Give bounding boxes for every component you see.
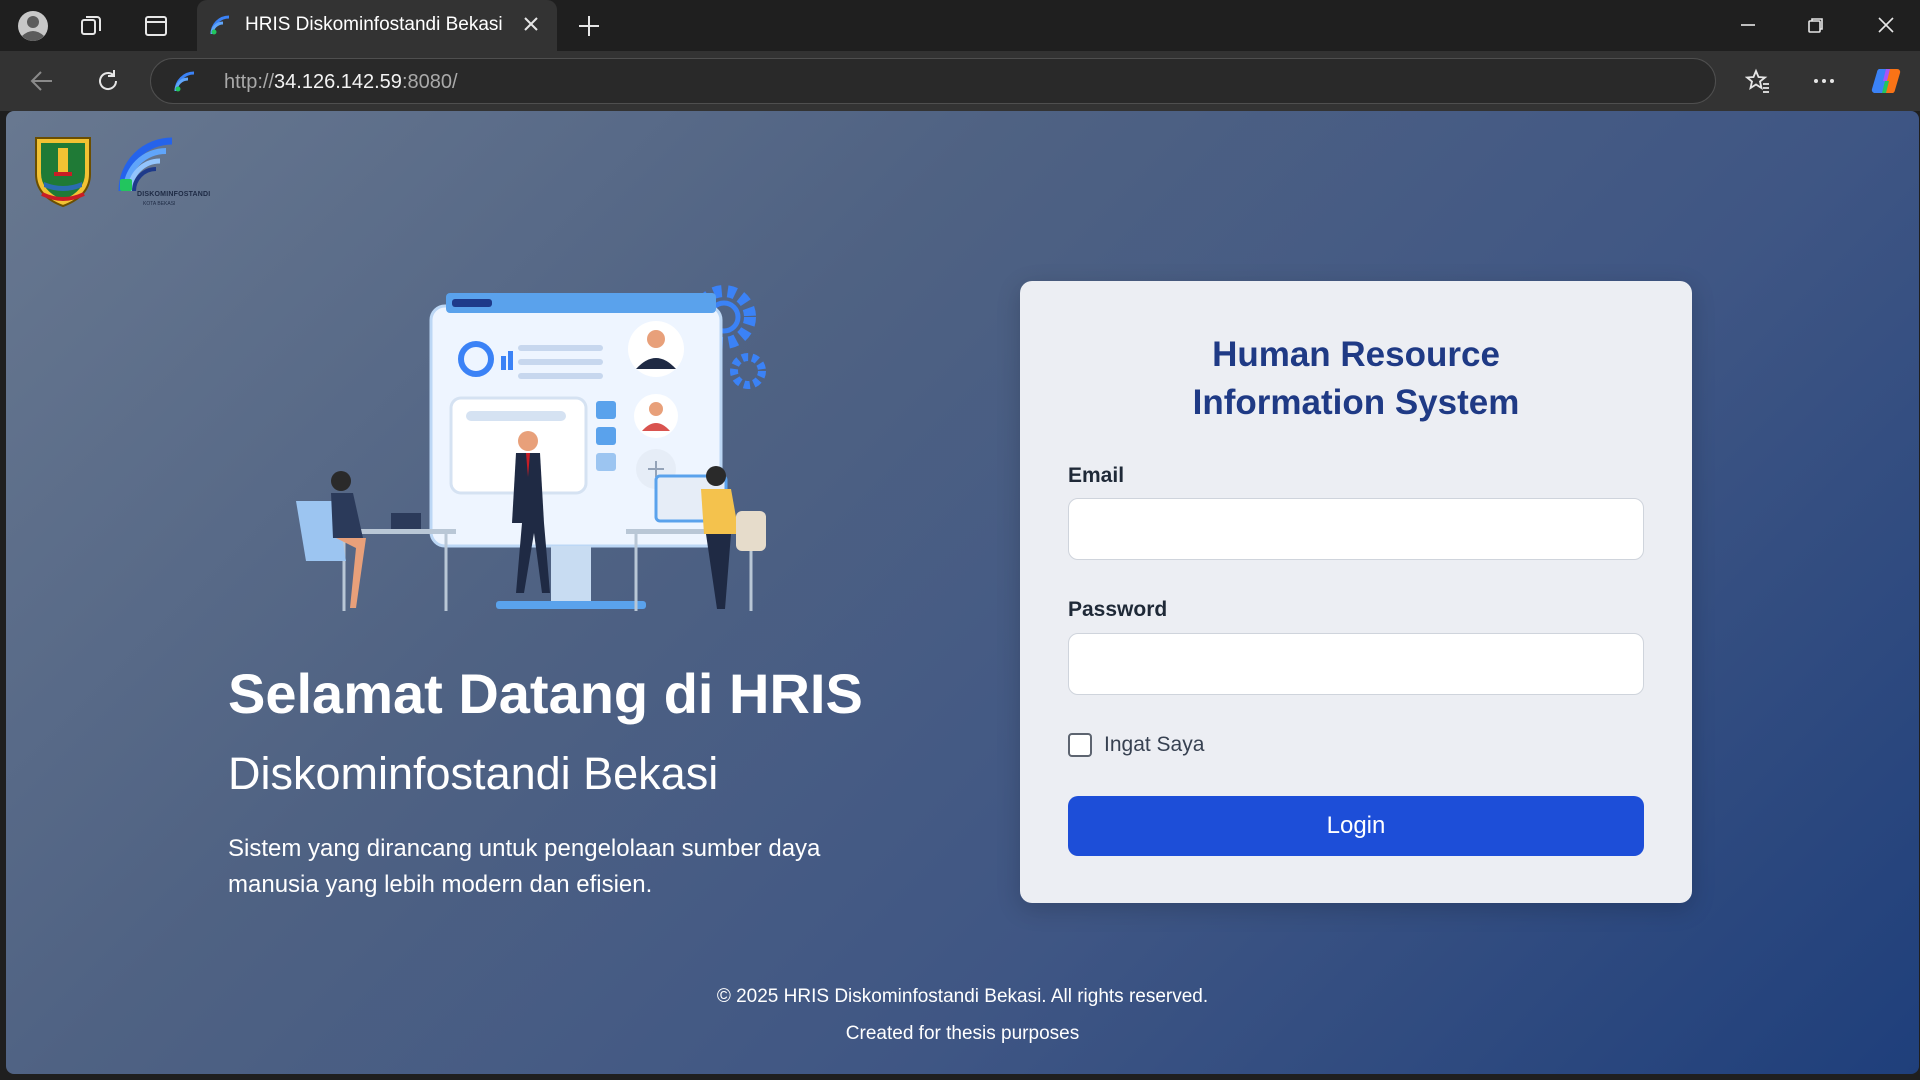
kota-bekasi-emblem-logo [35, 137, 91, 208]
minimize-icon[interactable] [1720, 6, 1776, 44]
site-favicon-icon [210, 15, 230, 35]
copilot-icon[interactable] [1868, 63, 1904, 99]
password-field[interactable] [1068, 633, 1644, 695]
footer-copyright: © 2025 HRIS Diskominfostandi Bekasi. All… [716, 986, 1209, 1007]
favorites-icon[interactable] [1740, 63, 1776, 99]
back-icon[interactable] [24, 63, 60, 99]
restore-icon[interactable] [1788, 6, 1844, 44]
url-scheme: http:// [224, 71, 275, 93]
password-label: Password [1068, 598, 1168, 621]
tab-close-icon[interactable] [519, 12, 543, 36]
address-bar[interactable]: http://34.126.142.59:8080/ [150, 58, 1716, 104]
remember-me[interactable]: Ingat Saya [1068, 733, 1204, 757]
site-info-icon[interactable] [173, 70, 197, 94]
logo-agency-sub: KOTA BEKASI [143, 201, 176, 207]
new-tab-icon[interactable] [571, 8, 607, 44]
tab-title: HRIS Diskominfostandi Bekasi [245, 14, 503, 35]
login-title-line2: Information System [1192, 383, 1520, 422]
login-card: Human Resource Information System Email … [1020, 281, 1692, 903]
browser-tab-bar: HRIS Diskominfostandi Bekasi [0, 0, 1920, 51]
tab-actions-icon[interactable] [138, 8, 174, 44]
workspaces-icon[interactable] [74, 8, 110, 44]
email-field[interactable] [1068, 498, 1644, 560]
page-viewport: DISKOMINFOSTANDI KOTA BEKASI Selamat Dat… [6, 111, 1919, 1074]
welcome-heading: Selamat Datang di HRIS [228, 662, 863, 725]
login-title-line1: Human Resource [1212, 335, 1500, 374]
email-label: Email [1068, 464, 1125, 487]
active-tab[interactable]: HRIS Diskominfostandi Bekasi [197, 0, 557, 51]
login-title: Human Resource Information System [1020, 331, 1692, 427]
more-options-icon[interactable] [1806, 63, 1842, 99]
url-port-path: :8080/ [401, 71, 458, 93]
diskominfostandi-logo [118, 137, 173, 192]
remember-me-label: Ingat Saya [1104, 733, 1205, 756]
login-button[interactable]: Login [1068, 796, 1644, 856]
url-host: 34.126.142.59 [274, 71, 402, 93]
logo-agency-name: DISKOMINFOSTANDI [137, 191, 211, 198]
remember-me-checkbox[interactable] [1068, 733, 1092, 757]
url-text: http://34.126.142.59:8080/ [224, 71, 458, 94]
welcome-description: Sistem yang dirancang untuk pengelolaan … [228, 835, 821, 898]
browser-navigation-bar: http://34.126.142.59:8080/ [0, 51, 1920, 111]
welcome-subheading: Diskominfostandi Bekasi [228, 748, 719, 799]
close-window-icon[interactable] [1858, 6, 1914, 44]
hr-office-illustration [296, 285, 766, 611]
profile-avatar-icon[interactable] [15, 8, 51, 44]
footer-note: Created for thesis purposes [845, 1023, 1080, 1044]
reload-icon[interactable] [90, 63, 126, 99]
